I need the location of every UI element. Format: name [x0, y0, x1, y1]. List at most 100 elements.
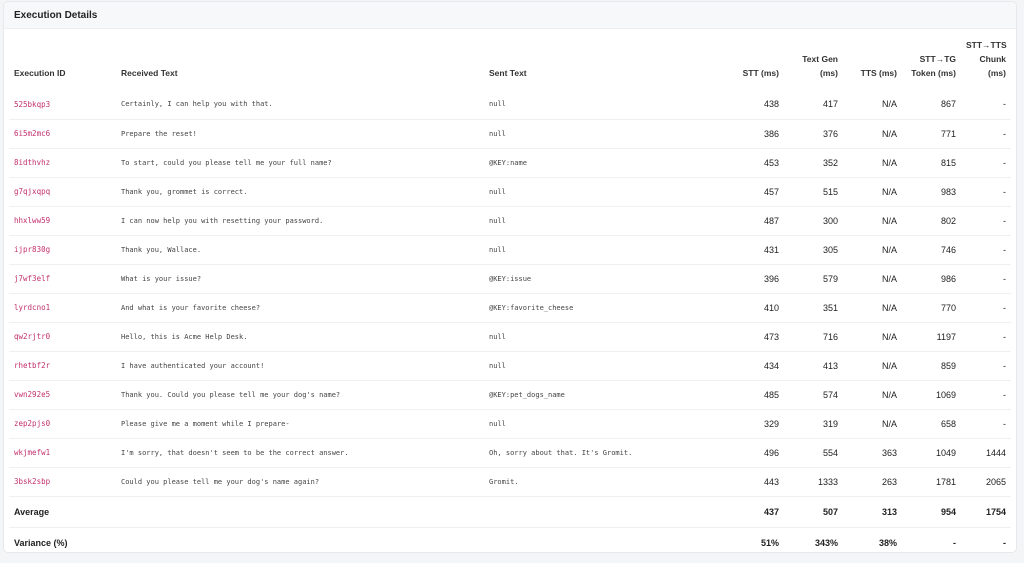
cell-received: Thank you, grommet is correct. — [121, 187, 248, 196]
execution-id-link[interactable]: 8idthvhz — [9, 148, 116, 177]
column-header-stt_tg[interactable]: STT→TG Token (ms) — [902, 29, 961, 90]
cell-stt_tg: 746 — [940, 244, 956, 255]
execution-id-link[interactable]: hhxlww59 — [9, 206, 116, 235]
summary-textgen: 343% — [814, 537, 838, 548]
cell-textgen: 417 — [822, 99, 838, 110]
summary-stt_tts: 1754 — [985, 506, 1006, 517]
cell-stt_tg: 986 — [940, 273, 956, 284]
column-header-stt[interactable]: STT (ms) — [712, 29, 784, 90]
table-row: j7wf3elf What is your issue? @KEY:issue 396… — [9, 264, 1011, 293]
table-row: qw2rjtr0 Hello, this is Acme Help Desk. nu… — [9, 322, 1011, 351]
cell-stt_tts: - — [1003, 215, 1006, 226]
cell-stt: 329 — [763, 418, 779, 429]
cell-sent: null — [489, 187, 506, 196]
cell-sent: null — [489, 332, 506, 341]
execution-id-link[interactable]: 6i5m2mc6 — [9, 119, 116, 148]
summary-stt: 437 — [763, 506, 779, 517]
summary-label: Average — [14, 506, 50, 517]
card-title: Execution Details — [4, 2, 1016, 29]
cell-textgen: 554 — [822, 447, 838, 458]
column-header-sent[interactable]: Sent Text — [484, 29, 712, 90]
cell-stt: 457 — [763, 186, 779, 197]
column-header-received[interactable]: Received Text — [116, 29, 484, 90]
cell-tts: N/A — [881, 389, 897, 400]
cell-received: I can now help you with resetting your p… — [121, 216, 324, 225]
cell-stt_tts: - — [1003, 128, 1006, 139]
execution-id-link[interactable]: 3bsk2sbp — [9, 467, 116, 496]
execution-table: Execution ID Received Text Sent Text STT (m… — [9, 29, 1011, 552]
cell-sent: null — [489, 361, 506, 370]
execution-id-link[interactable]: lyrdcno1 — [9, 293, 116, 322]
cell-tts: N/A — [881, 215, 897, 226]
cell-sent: null — [489, 245, 506, 254]
cell-tts: N/A — [881, 273, 897, 284]
cell-stt_tg: 867 — [940, 99, 956, 110]
cell-textgen: 716 — [822, 331, 838, 342]
summary-row-variance: Variance (%) 51% 343% 38% - - — [9, 527, 1011, 552]
column-header-tts[interactable]: TTS (ms) — [843, 29, 902, 90]
cell-sent: null — [489, 216, 506, 225]
table-row: ijpr830g Thank you, Wallace. null 431 305 N/A… — [9, 235, 1011, 264]
cell-stt: 431 — [763, 244, 779, 255]
cell-textgen: 300 — [822, 215, 838, 226]
cell-sent: Oh, sorry about that. It's Gromit. — [489, 448, 633, 457]
cell-textgen: 319 — [822, 418, 838, 429]
cell-tts: 363 — [881, 447, 897, 458]
summary-label: Variance (%) — [14, 537, 68, 548]
cell-sent: null — [489, 419, 506, 428]
table-row: zep2pjs0 Please give me a moment while I … — [9, 409, 1011, 438]
cell-textgen: 413 — [822, 360, 838, 371]
cell-received: What is your issue? — [121, 274, 202, 283]
table-header-row: Execution ID Received Text Sent Text STT (m… — [9, 29, 1011, 90]
cell-textgen: 1333 — [817, 476, 838, 487]
execution-id-link[interactable]: ijpr830g — [9, 235, 116, 264]
execution-id-link[interactable]: qw2rjtr0 — [9, 322, 116, 351]
cell-tts: N/A — [881, 331, 897, 342]
cell-stt: 453 — [763, 157, 779, 168]
cell-received: I'm sorry, that doesn't seem to be the c… — [121, 448, 349, 457]
cell-textgen: 574 — [822, 389, 838, 400]
summary-stt: 51% — [760, 537, 779, 548]
cell-stt: 434 — [763, 360, 779, 371]
summary-textgen: 507 — [822, 506, 838, 517]
table-row: g7qjxqpq Thank you, grommet is correct. nu… — [9, 177, 1011, 206]
cell-stt: 443 — [763, 476, 779, 487]
cell-received: Thank you, Wallace. — [121, 245, 202, 254]
summary-tts: 38% — [878, 537, 897, 548]
table-row: hhxlww59 I can now help you with resettin… — [9, 206, 1011, 235]
cell-stt: 438 — [763, 99, 779, 110]
column-header-id[interactable]: Execution ID — [9, 29, 116, 90]
cell-stt_tg: 1781 — [935, 476, 956, 487]
cell-stt: 473 — [763, 331, 779, 342]
cell-stt_tts: - — [1003, 244, 1006, 255]
cell-stt_tg: 771 — [940, 128, 956, 139]
cell-stt_tts: - — [1003, 302, 1006, 313]
summary-stt_tg: 954 — [940, 506, 956, 517]
table-row: wkjmefw1 I'm sorry, that doesn't seem to … — [9, 438, 1011, 467]
summary-row-average: Average 437 507 313 954 1754 — [9, 496, 1011, 527]
summary-stt_tts: - — [1003, 537, 1006, 548]
cell-stt_tts: - — [1003, 273, 1006, 284]
table-row: 6i5m2mc6 Prepare the reset! null 386 376 N/A 7… — [9, 119, 1011, 148]
cell-stt_tg: 1069 — [935, 389, 956, 400]
column-header-stt_tts[interactable]: STT→TTS Chunk (ms) — [961, 29, 1011, 90]
cell-tts: N/A — [881, 418, 897, 429]
execution-id-link[interactable]: j7wf3elf — [9, 264, 116, 293]
cell-stt_tts: - — [1003, 389, 1006, 400]
cell-sent: null — [489, 100, 506, 109]
execution-id-link[interactable]: g7qjxqpq — [9, 177, 116, 206]
execution-id-link[interactable]: wkjmefw1 — [9, 438, 116, 467]
summary-tts: 313 — [881, 506, 897, 517]
execution-id-link[interactable]: vwn292e5 — [9, 380, 116, 409]
execution-details-card: Execution Details Execution ID Received T… — [4, 2, 1016, 552]
cell-tts: N/A — [881, 244, 897, 255]
execution-id-link[interactable]: 525bkqp3 — [9, 90, 116, 119]
execution-id-link[interactable]: rhetbf2r — [9, 351, 116, 380]
cell-sent: @KEY:pet_dogs_name — [489, 390, 565, 399]
table-row: lyrdcno1 And what is your favorite cheese… — [9, 293, 1011, 322]
column-header-textgen[interactable]: Text Gen (ms) — [784, 29, 843, 90]
execution-id-link[interactable]: zep2pjs0 — [9, 409, 116, 438]
cell-textgen: 376 — [822, 128, 838, 139]
table-row: 8idthvhz To start, could you please tell … — [9, 148, 1011, 177]
cell-stt_tg: 983 — [940, 186, 956, 197]
